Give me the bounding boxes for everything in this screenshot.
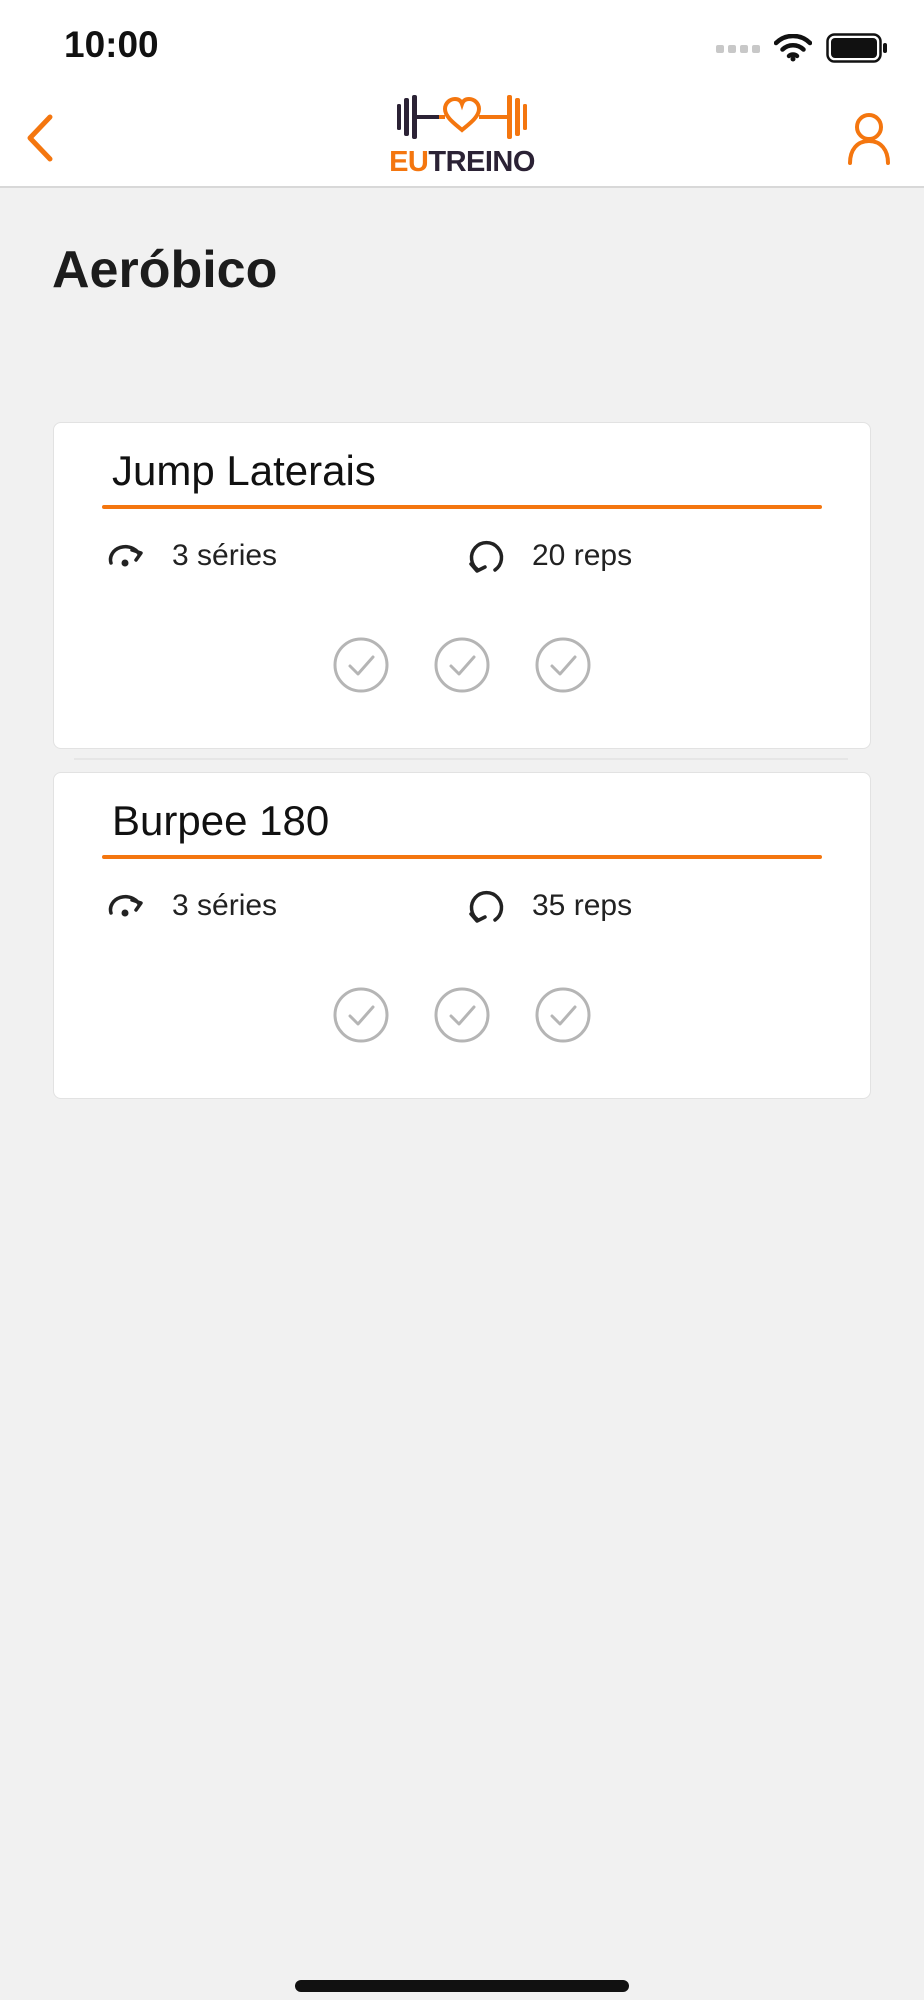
set-check-icon[interactable] xyxy=(333,987,389,1043)
set-check-icon[interactable] xyxy=(535,987,591,1043)
set-check-icon[interactable] xyxy=(535,637,591,693)
logo-text-treino: TREINO xyxy=(428,146,535,178)
exercise-name: Jump Laterais xyxy=(112,447,376,494)
series-icon xyxy=(102,881,152,931)
nav-bar: EUTREINO xyxy=(0,90,924,188)
title-underline xyxy=(102,855,822,859)
set-check-icon[interactable] xyxy=(333,637,389,693)
repeat-icon xyxy=(462,881,512,931)
app-logo: EUTREINO xyxy=(385,90,539,186)
home-indicator[interactable] xyxy=(295,1980,629,1992)
reps-text: 35 reps xyxy=(532,889,633,922)
reps-info: 35 reps xyxy=(462,881,632,931)
series-text: 3 séries xyxy=(172,539,278,572)
logo-text: EUTREINO xyxy=(385,146,539,178)
exercise-card[interactable]: Burpee 180 3 séries 35 reps xyxy=(53,772,871,1099)
wifi-icon xyxy=(774,34,812,62)
set-checks xyxy=(54,987,870,1043)
battery-icon xyxy=(826,33,887,63)
set-checks xyxy=(54,637,870,693)
status-icons xyxy=(716,30,888,66)
set-check-icon[interactable] xyxy=(434,637,490,693)
reps-info: 20 reps xyxy=(462,531,632,581)
profile-button[interactable] xyxy=(834,104,904,174)
series-info: 3 séries xyxy=(102,881,277,931)
card-separator xyxy=(74,758,848,760)
series-icon xyxy=(102,531,152,581)
status-time: 10:00 xyxy=(64,24,159,65)
reps-text: 20 reps xyxy=(532,539,633,572)
status-bar: 10:00 xyxy=(0,0,924,90)
dumbbell-heart-icon xyxy=(397,95,527,139)
chevron-left-icon xyxy=(27,114,53,162)
back-button[interactable] xyxy=(10,106,70,170)
title-underline xyxy=(102,505,822,509)
exercise-card[interactable]: Jump Laterais 3 séries 20 reps xyxy=(53,422,871,749)
logo-text-eu: EU xyxy=(389,146,429,178)
set-check-icon[interactable] xyxy=(434,987,490,1043)
series-text: 3 séries xyxy=(172,889,278,922)
user-icon xyxy=(848,113,890,165)
signal-icon xyxy=(716,45,760,53)
series-info: 3 séries xyxy=(102,531,277,581)
exercise-name: Burpee 180 xyxy=(112,797,330,844)
page-title: Aeróbico xyxy=(52,241,278,299)
repeat-icon xyxy=(462,531,512,581)
